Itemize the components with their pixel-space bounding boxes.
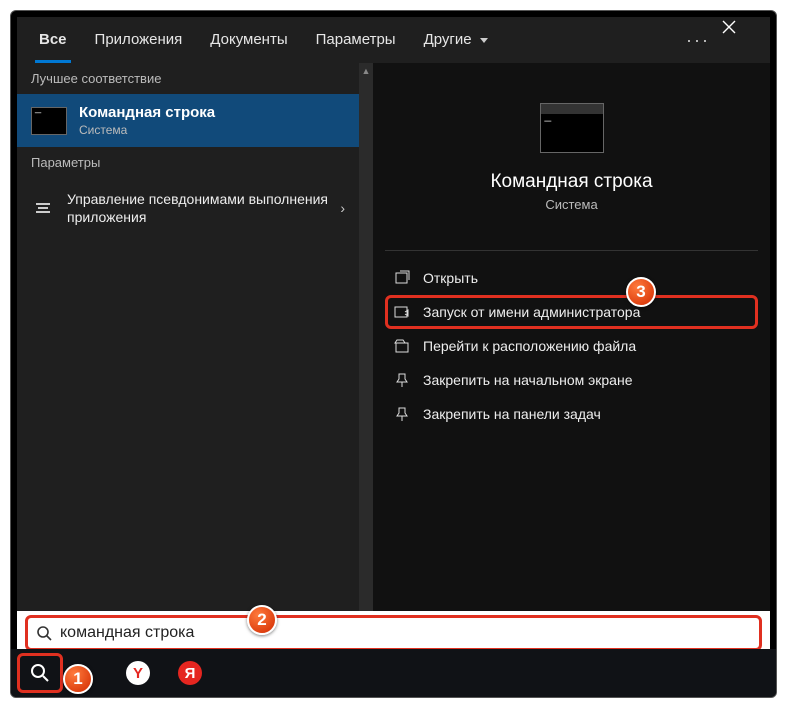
action-pin-taskbar-label: Закрепить на панели задач [423, 406, 601, 422]
open-icon [393, 269, 411, 287]
yandex-icon: Я [178, 661, 202, 685]
taskbar-search-button[interactable] [17, 653, 63, 693]
tab-more-label: Другие [424, 31, 472, 48]
folder-icon [393, 337, 411, 355]
tab-documents[interactable]: Документы [196, 17, 301, 63]
preview-title: Командная строка [490, 171, 652, 193]
admin-shield-icon [393, 303, 411, 321]
tab-more[interactable]: Другие [410, 17, 502, 63]
scrollbar[interactable]: ▲ ▼ [359, 63, 373, 657]
search-icon [36, 625, 52, 641]
tab-settings[interactable]: Параметры [302, 17, 410, 63]
divider [385, 250, 758, 251]
list-icon [31, 203, 55, 213]
action-pin-start[interactable]: Закрепить на начальном экране [385, 363, 758, 397]
yandex-browser-icon: Y [126, 661, 150, 685]
taskbar-yandex[interactable]: Я [167, 653, 213, 693]
close-button[interactable] [722, 20, 762, 60]
tabs-bar: Все Приложения Документы Параметры Други… [17, 17, 770, 63]
callout-2: 2 [247, 605, 277, 635]
result-subtitle: Система [79, 123, 215, 137]
result-app-alias-management[interactable]: Управление псевдонимами выполнения прило… [17, 178, 359, 238]
preview-pane: Командная строка Система Открыть Запуск … [373, 63, 770, 657]
preview-subtitle: Система [545, 197, 597, 212]
close-icon [722, 20, 736, 34]
section-settings: Параметры [17, 147, 359, 178]
taskbar-yandex-browser[interactable]: Y [115, 653, 161, 693]
settings-item-label: Управление псевдонимами выполнения прило… [67, 190, 340, 226]
result-title: Командная строка [79, 104, 215, 121]
action-pin-start-label: Закрепить на начальном экране [423, 372, 633, 388]
action-pin-taskbar[interactable]: Закрепить на панели задач [385, 397, 758, 431]
window-frame: Все Приложения Документы Параметры Други… [10, 10, 777, 698]
search-icon [30, 663, 50, 683]
preview-header: Командная строка Система [373, 83, 770, 236]
chevron-down-icon [480, 38, 488, 43]
pin-taskbar-icon [393, 405, 411, 423]
results-list: Лучшее соответствие Командная строка Сис… [17, 63, 359, 657]
command-prompt-icon [31, 107, 67, 135]
search-input-wrapper[interactable] [25, 615, 762, 651]
search-panel: Все Приложения Документы Параметры Други… [17, 17, 770, 657]
more-options-button[interactable]: ··· [674, 30, 722, 51]
taskbar: Y Я [11, 649, 776, 697]
action-open-label: Открыть [423, 270, 478, 286]
action-run-as-admin[interactable]: Запуск от имени администратора [385, 295, 758, 329]
action-open-file-location-label: Перейти к расположению файла [423, 338, 636, 354]
actions-list: Открыть Запуск от имени администратора П… [373, 242, 770, 431]
results-body: Лучшее соответствие Командная строка Сис… [17, 63, 770, 657]
pin-start-icon [393, 371, 411, 389]
result-command-prompt[interactable]: Командная строка Система [17, 94, 359, 147]
action-open[interactable]: Открыть [385, 261, 758, 295]
callout-1: 1 [63, 664, 93, 694]
callout-3: 3 [626, 277, 656, 307]
search-input[interactable] [60, 624, 751, 642]
chevron-right-icon: › [340, 200, 345, 216]
tab-apps[interactable]: Приложения [81, 17, 197, 63]
section-best-match: Лучшее соответствие [17, 63, 359, 94]
scroll-up-icon[interactable]: ▲ [359, 63, 373, 79]
tab-all[interactable]: Все [25, 17, 81, 63]
action-open-file-location[interactable]: Перейти к расположению файла [385, 329, 758, 363]
command-prompt-large-icon [540, 103, 604, 153]
action-run-as-admin-label: Запуск от имени администратора [423, 304, 640, 320]
